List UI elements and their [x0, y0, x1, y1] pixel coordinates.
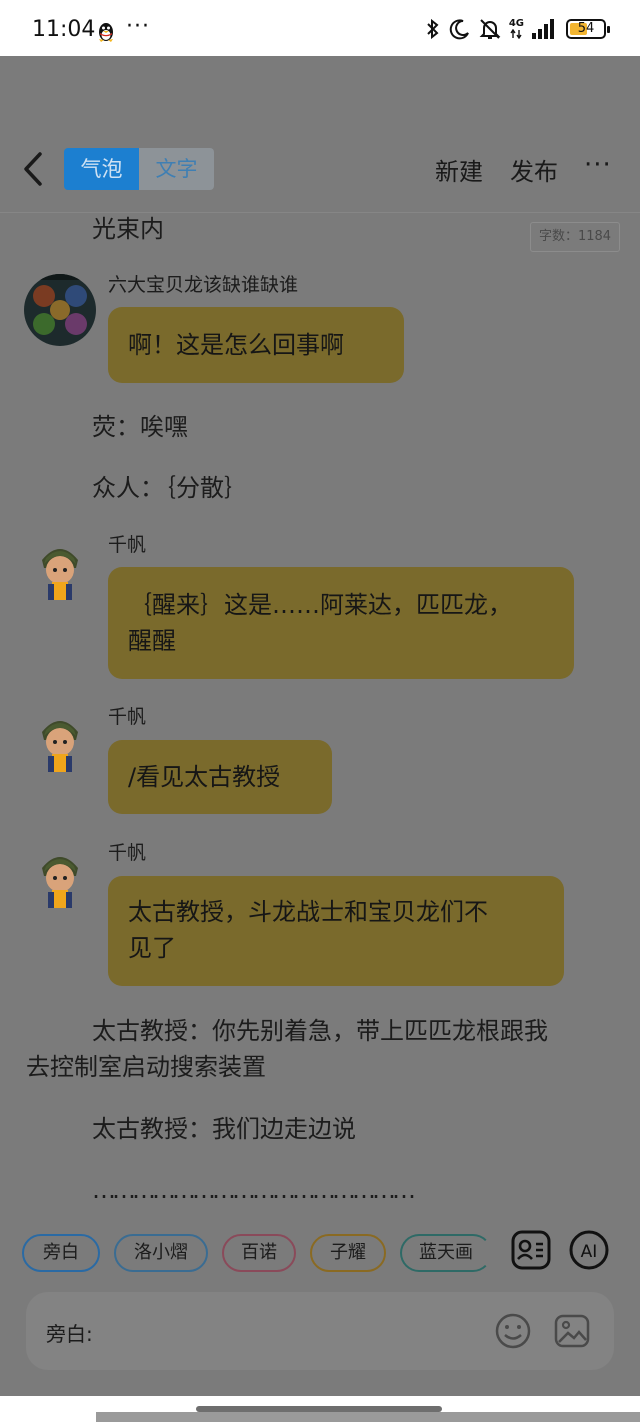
home-indicator[interactable] — [196, 1406, 442, 1412]
tab-text[interactable]: 文字 — [139, 148, 214, 190]
network-type: 4G — [508, 18, 524, 29]
status-more-dots: ··· — [126, 14, 150, 39]
chat-bubble[interactable]: /看见太古教授 — [108, 740, 332, 814]
input-role-label: 旁白: — [46, 1322, 93, 1346]
bell-off-icon — [479, 19, 501, 39]
chat-bubble[interactable]: ｛醒来｝这是……阿莱达，匹匹龙， 醒醒 — [108, 567, 574, 679]
narration-text: 众人：｛分散｝ — [92, 474, 248, 502]
role-chip[interactable]: 百诺 — [222, 1234, 296, 1272]
sender-name: 千帆 — [108, 842, 147, 864]
bubble-line: ｛醒来｝这是……阿莱达，匹匹龙， — [128, 591, 512, 619]
avatar[interactable] — [24, 842, 96, 914]
ai-icon[interactable]: AI — [568, 1229, 610, 1271]
chat-bubble[interactable]: 太古教授，斗龙战士和宝贝龙们不 见了 — [108, 876, 564, 986]
back-arrow-icon[interactable] — [20, 150, 46, 188]
data-arrows-icon — [510, 29, 522, 39]
moon-icon — [449, 19, 469, 40]
bubble-line: 见了 — [128, 934, 176, 962]
narration-text: 太古教授：你先别着急，带上匹匹龙根跟我 — [92, 1017, 548, 1045]
tab-bubble[interactable]: 气泡 — [64, 148, 139, 190]
role-chip[interactable]: 子耀 — [310, 1234, 386, 1272]
battery-icon: 54 — [566, 19, 610, 39]
publish-button[interactable]: 发布 — [510, 152, 558, 187]
sender-name: 六大宝贝龙该缺谁缺谁 — [108, 274, 299, 296]
new-button[interactable]: 新建 — [435, 152, 483, 187]
nav-area — [96, 1412, 640, 1422]
avatar[interactable] — [24, 706, 96, 778]
narration-text: 太古教授：我们边走边说 — [92, 1115, 356, 1143]
avatar[interactable] — [24, 534, 96, 606]
chat-bubble[interactable]: 啊！这是怎么回事啊 — [108, 307, 404, 383]
sender-name: 千帆 — [108, 706, 147, 728]
message-input[interactable]: 旁白: — [26, 1292, 614, 1370]
narration-text: 光束内 — [92, 215, 164, 243]
svg-text:AI: AI — [581, 1242, 598, 1262]
word-count-badge: 字数：1184 — [530, 222, 620, 252]
avatar[interactable] — [24, 274, 96, 346]
narration-ellipsis: ………………………………………… — [92, 1176, 416, 1204]
more-menu-button[interactable]: ··· — [584, 150, 612, 180]
role-chip-narrator[interactable]: 旁白 — [22, 1234, 100, 1272]
emoji-icon[interactable] — [494, 1312, 532, 1350]
narration-text: 荧：唉嘿 — [92, 413, 188, 441]
image-icon[interactable] — [553, 1312, 591, 1350]
battery-level: 54 — [577, 21, 595, 36]
sender-name: 千帆 — [108, 534, 147, 556]
status-time: 11:04 — [32, 17, 96, 42]
bubble-line: 太古教授，斗龙战士和宝贝龙们不 — [128, 898, 488, 926]
mode-toggle: 气泡 文字 — [64, 148, 214, 190]
qq-penguin-icon — [99, 23, 113, 42]
role-chip[interactable]: 蓝天画 — [400, 1234, 492, 1272]
signal-icon — [532, 19, 554, 39]
narration-text: 去控制室启动搜索装置 — [26, 1053, 266, 1081]
role-chip[interactable]: 洛小熠 — [114, 1234, 208, 1272]
bluetooth-icon — [427, 18, 439, 40]
role-manage-icon[interactable] — [510, 1229, 552, 1271]
status-bar: 11:04 ··· 4G 54 — [0, 0, 640, 56]
bubble-line: 醒醒 — [128, 627, 176, 655]
